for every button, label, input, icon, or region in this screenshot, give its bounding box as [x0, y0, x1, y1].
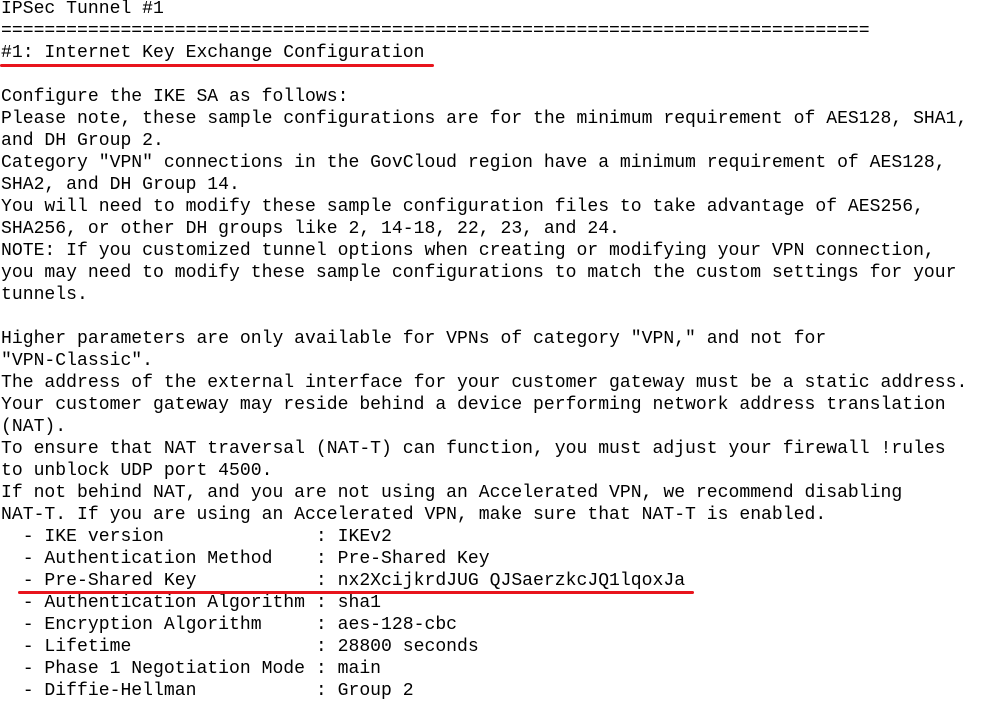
text-line: You will need to modify these sample con…: [1, 197, 924, 217]
text-line: Higher parameters are only available for…: [1, 329, 827, 349]
param-authentication-algorithm: - Authentication Algorithm : sha1: [1, 593, 382, 613]
param-lifetime: - Lifetime : 28800 seconds: [1, 637, 479, 657]
text-line: SHA2, and DH Group 14.: [1, 175, 240, 195]
text-line: tunnels.: [1, 285, 88, 305]
param-diffie-hellman: - Diffie-Hellman : Group 2: [1, 681, 414, 701]
heading-red-underline: [0, 64, 434, 67]
text-line: and DH Group 2.: [1, 131, 164, 151]
param-pre-shared-key: - Pre-Shared Key : nx2XcijkrdJUG QJSaerz…: [1, 571, 686, 591]
text-line: The address of the external interface fo…: [1, 373, 968, 393]
param-encryption-algorithm: - Encryption Algorithm : aes-128-cbc: [1, 615, 458, 635]
text-line: you may need to modify these sample conf…: [1, 263, 957, 283]
text-line: Configure the IKE SA as follows:: [1, 87, 349, 107]
param-ike-version: - IKE version : IKEv2: [1, 527, 392, 547]
param-phase1-negotiation-mode: - Phase 1 Negotiation Mode : main: [1, 659, 382, 679]
text-line: NAT-T. If you are using an Accelerated V…: [1, 505, 827, 525]
text-line: NOTE: If you customized tunnel options w…: [1, 241, 935, 261]
param-authentication-method: - Authentication Method : Pre-Shared Key: [1, 549, 490, 569]
tunnel-title: IPSec Tunnel #1: [1, 0, 164, 19]
text-line: Your customer gateway may reside behind …: [1, 395, 946, 415]
text-line: Category "VPN" connections in the GovClo…: [1, 153, 946, 173]
text-line: To ensure that NAT traversal (NAT-T) can…: [1, 439, 946, 459]
pre-shared-key-red-underline: [18, 591, 694, 594]
separator-line: ========================================…: [1, 21, 870, 41]
text-line: SHA256, or other DH groups like 2, 14-18…: [1, 219, 620, 239]
text-line: If not behind NAT, and you are not using…: [1, 483, 903, 503]
section-heading: #1: Internet Key Exchange Configuration: [1, 43, 425, 63]
text-line: "VPN-Classic".: [1, 351, 154, 371]
text-line: Please note, these sample configurations…: [1, 109, 968, 129]
config-document: IPSec Tunnel #1 =========================…: [1, 0, 967, 702]
text-line: to unblock UDP port 4500.: [1, 461, 273, 481]
text-line: (NAT).: [1, 417, 67, 437]
